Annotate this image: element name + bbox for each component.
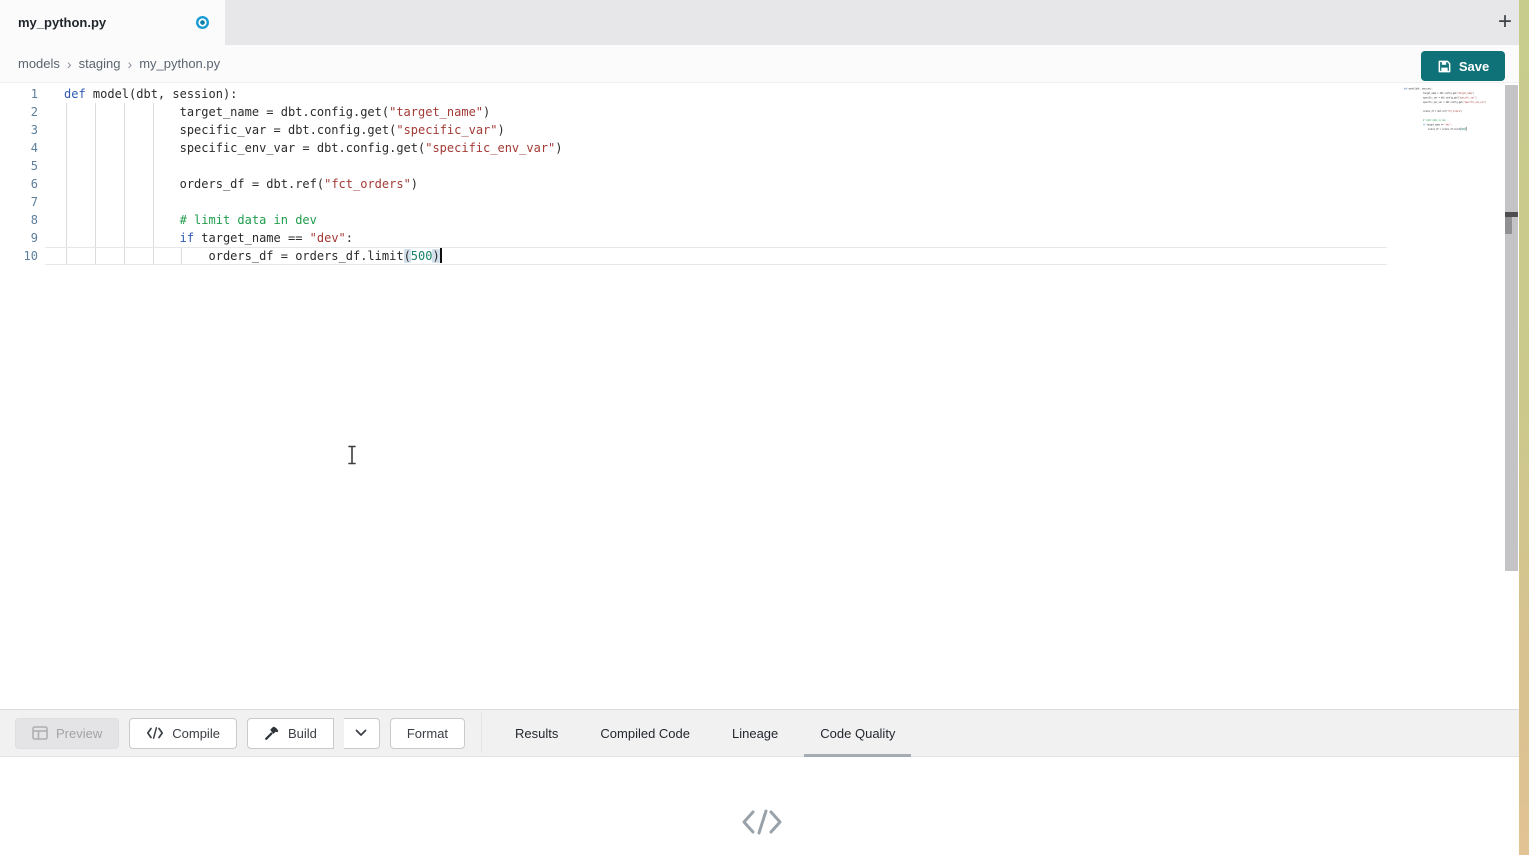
code-icon (146, 727, 164, 739)
active-tab-underline (804, 754, 911, 757)
floppy-icon (1437, 59, 1452, 74)
code-icon (739, 807, 785, 842)
build-button-group: Build (247, 718, 380, 749)
chevron-right-icon: › (67, 56, 72, 72)
chevron-right-icon: › (128, 56, 133, 72)
tab-results[interactable]: Results (494, 709, 579, 757)
code-editor[interactable]: 12345678910 def model(dbt, session): tar… (0, 83, 1519, 709)
compile-label: Compile (172, 726, 220, 741)
editor-scrollbar[interactable] (1505, 85, 1518, 571)
breadcrumb: models › staging › my_python.py (0, 45, 1519, 83)
tab-compiled-code-label: Compiled Code (600, 726, 690, 741)
tab-compiled-code[interactable]: Compiled Code (579, 709, 711, 757)
build-button[interactable]: Build (247, 718, 334, 749)
save-button[interactable]: Save (1421, 51, 1505, 81)
line-numbers[interactable]: 12345678910 (0, 85, 45, 265)
tab-lineage[interactable]: Lineage (711, 709, 799, 757)
ide-screen: my_python.py + models › staging › my_pyt… (0, 0, 1529, 855)
plus-icon: + (1498, 8, 1512, 36)
chevron-down-icon (355, 729, 367, 737)
minimap[interactable]: def model(dbt, session): target_name = d… (1404, 86, 1499, 138)
breadcrumb-staging[interactable]: staging (79, 56, 121, 71)
hammer-icon (264, 725, 280, 741)
tab-code-quality-label: Code Quality (820, 726, 895, 741)
editor-tab-bar: my_python.py + (0, 0, 1519, 45)
desktop-background-strip (1519, 0, 1529, 855)
tab-filename: my_python.py (18, 15, 196, 30)
format-label: Format (407, 726, 448, 741)
format-button[interactable]: Format (390, 718, 465, 749)
toolbar-divider (481, 713, 482, 753)
compile-button[interactable]: Compile (129, 718, 237, 749)
breadcrumb-models[interactable]: models (18, 56, 60, 71)
tab-results-label: Results (515, 726, 558, 741)
preview-label: Preview (56, 726, 102, 741)
breadcrumb-filename[interactable]: my_python.py (139, 56, 220, 71)
tab-lineage-label: Lineage (732, 726, 778, 741)
build-options-button[interactable] (344, 718, 380, 749)
tab-my-python-py[interactable]: my_python.py (0, 0, 225, 45)
table-icon (32, 726, 48, 740)
new-tab-button[interactable]: + (1492, 7, 1518, 37)
text-cursor-pointer-icon (346, 445, 358, 470)
minimap-code: def model(dbt, session): target_name = d… (1404, 86, 1499, 131)
unsaved-changes-dot (196, 16, 209, 29)
action-toolbar: Preview Compile Build (0, 709, 1519, 757)
scrollbar-thumb[interactable] (1505, 217, 1512, 234)
code-lines[interactable]: def model(dbt, session): target_name = d… (64, 85, 563, 265)
tab-code-quality[interactable]: Code Quality (799, 709, 916, 757)
save-label: Save (1459, 59, 1489, 74)
result-panel-tabs: Results Compiled Code Lineage Code Quali… (494, 709, 916, 757)
dbt-ide-window: my_python.py + models › staging › my_pyt… (0, 0, 1519, 855)
build-label: Build (288, 726, 317, 741)
preview-button[interactable]: Preview (15, 718, 119, 749)
